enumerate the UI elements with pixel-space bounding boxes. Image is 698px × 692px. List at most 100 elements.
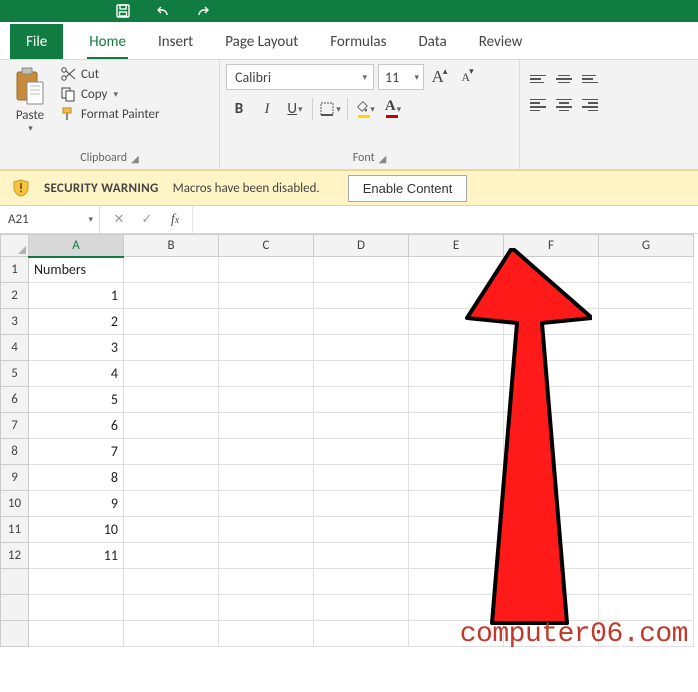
- cell[interactable]: [124, 595, 219, 621]
- column-header-F[interactable]: F: [504, 235, 599, 257]
- cell-A8[interactable]: 7: [29, 439, 124, 465]
- increase-font-size-button[interactable]: A▴: [428, 64, 452, 90]
- tab-page-layout[interactable]: Page Layout: [209, 24, 314, 59]
- cell-G2[interactable]: [599, 283, 694, 309]
- fill-color-button[interactable]: ▾: [352, 96, 378, 122]
- tab-file[interactable]: File: [10, 24, 63, 59]
- align-left-button[interactable]: [526, 94, 550, 116]
- column-header-E[interactable]: E: [409, 235, 504, 257]
- cell-C1[interactable]: [219, 257, 314, 283]
- cell-G1[interactable]: [599, 257, 694, 283]
- cell-B2[interactable]: [124, 283, 219, 309]
- cut-button[interactable]: Cut: [60, 66, 160, 82]
- align-top-button[interactable]: [526, 68, 550, 90]
- font-size-combo[interactable]: 11 ▾: [378, 64, 424, 90]
- cell-E6[interactable]: [409, 387, 504, 413]
- cell-E10[interactable]: [409, 491, 504, 517]
- cell-F6[interactable]: [504, 387, 599, 413]
- paste-dropdown-icon[interactable]: ▾: [28, 123, 33, 134]
- cell[interactable]: [599, 595, 694, 621]
- enter-formula-button[interactable]: ✓: [136, 209, 158, 231]
- cell-E7[interactable]: [409, 413, 504, 439]
- cell-B12[interactable]: [124, 543, 219, 569]
- cell-G8[interactable]: [599, 439, 694, 465]
- cell-B6[interactable]: [124, 387, 219, 413]
- cell-D9[interactable]: [314, 465, 409, 491]
- cell-B4[interactable]: [124, 335, 219, 361]
- row-header[interactable]: 9: [1, 465, 29, 491]
- column-header-C[interactable]: C: [219, 235, 314, 257]
- cell-D5[interactable]: [314, 361, 409, 387]
- borders-button[interactable]: ▾: [317, 96, 343, 122]
- cell-A9[interactable]: 8: [29, 465, 124, 491]
- cell-C7[interactable]: [219, 413, 314, 439]
- cell[interactable]: [29, 569, 124, 595]
- cell-D11[interactable]: [314, 517, 409, 543]
- cell-F11[interactable]: [504, 517, 599, 543]
- qat-save-button[interactable]: [110, 0, 136, 22]
- cell-A1[interactable]: Numbers: [29, 257, 124, 283]
- cell-D8[interactable]: [314, 439, 409, 465]
- font-dialog-launcher-icon[interactable]: ◢: [379, 152, 387, 165]
- tab-home[interactable]: Home: [73, 24, 142, 59]
- worksheet-grid[interactable]: ABCDEFG1Numbers2132435465768798109111012…: [0, 234, 698, 647]
- enable-content-button[interactable]: Enable Content: [348, 175, 468, 202]
- row-header[interactable]: 3: [1, 309, 29, 335]
- cell-C5[interactable]: [219, 361, 314, 387]
- align-center-button[interactable]: [552, 94, 576, 116]
- cell-G12[interactable]: [599, 543, 694, 569]
- cell-C10[interactable]: [219, 491, 314, 517]
- row-header[interactable]: 5: [1, 361, 29, 387]
- row-header[interactable]: [1, 621, 29, 647]
- cell[interactable]: [219, 569, 314, 595]
- copy-dropdown-icon[interactable]: ▾: [113, 89, 118, 100]
- cell[interactable]: [29, 595, 124, 621]
- insert-function-button[interactable]: fx: [164, 209, 186, 231]
- cell-E8[interactable]: [409, 439, 504, 465]
- align-middle-button[interactable]: [552, 68, 576, 90]
- cell-E2[interactable]: [409, 283, 504, 309]
- select-all-cell[interactable]: [1, 235, 29, 257]
- cell-F3[interactable]: [504, 309, 599, 335]
- underline-button[interactable]: U▾: [282, 96, 308, 122]
- cell-F10[interactable]: [504, 491, 599, 517]
- cell-F4[interactable]: [504, 335, 599, 361]
- cell-A12[interactable]: 11: [29, 543, 124, 569]
- cell-E12[interactable]: [409, 543, 504, 569]
- cell-C6[interactable]: [219, 387, 314, 413]
- cell-A5[interactable]: 4: [29, 361, 124, 387]
- clipboard-dialog-launcher-icon[interactable]: ◢: [131, 152, 139, 165]
- cell-A3[interactable]: 2: [29, 309, 124, 335]
- cell-C4[interactable]: [219, 335, 314, 361]
- cell-G10[interactable]: [599, 491, 694, 517]
- cell-A7[interactable]: 6: [29, 413, 124, 439]
- cell-B1[interactable]: [124, 257, 219, 283]
- cell-C2[interactable]: [219, 283, 314, 309]
- align-bottom-button[interactable]: [578, 68, 602, 90]
- cell[interactable]: [219, 621, 314, 647]
- cell-A4[interactable]: 3: [29, 335, 124, 361]
- cell-D6[interactable]: [314, 387, 409, 413]
- cell[interactable]: [504, 621, 599, 647]
- cell-G9[interactable]: [599, 465, 694, 491]
- cell-F7[interactable]: [504, 413, 599, 439]
- cell-E5[interactable]: [409, 361, 504, 387]
- cell-C3[interactable]: [219, 309, 314, 335]
- cell-D12[interactable]: [314, 543, 409, 569]
- row-header[interactable]: 10: [1, 491, 29, 517]
- column-header-A[interactable]: A: [29, 235, 124, 257]
- cell-G11[interactable]: [599, 517, 694, 543]
- cell-G4[interactable]: [599, 335, 694, 361]
- cell[interactable]: [599, 621, 694, 647]
- tab-formulas[interactable]: Formulas: [314, 24, 402, 59]
- format-painter-button[interactable]: Format Painter: [60, 106, 160, 122]
- cell[interactable]: [409, 621, 504, 647]
- cell-F1[interactable]: [504, 257, 599, 283]
- cell-B11[interactable]: [124, 517, 219, 543]
- cell-E1[interactable]: [409, 257, 504, 283]
- cell[interactable]: [124, 621, 219, 647]
- column-header-G[interactable]: G: [599, 235, 694, 257]
- align-right-button[interactable]: [578, 94, 602, 116]
- row-header[interactable]: 12: [1, 543, 29, 569]
- cell-A2[interactable]: 1: [29, 283, 124, 309]
